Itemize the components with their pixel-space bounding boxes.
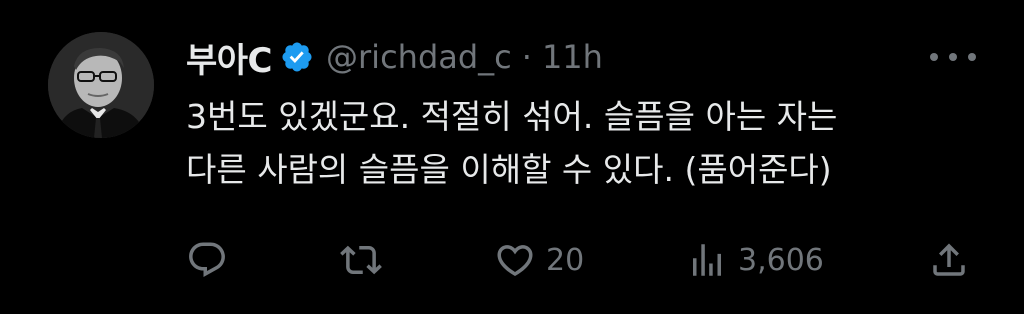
views-count: 3,606	[738, 242, 824, 278]
more-dot	[930, 53, 938, 61]
avatar[interactable]	[48, 32, 154, 138]
share-button[interactable]	[928, 236, 970, 284]
separator-dot: ·	[521, 38, 532, 76]
more-dot	[968, 53, 976, 61]
retweet-button[interactable]	[340, 236, 392, 284]
more-icon[interactable]	[930, 42, 976, 72]
like-count: 20	[546, 242, 585, 278]
reply-button[interactable]	[186, 236, 238, 284]
views-icon	[693, 244, 721, 276]
author-display-name[interactable]: 부아C	[186, 33, 273, 82]
tweet-text-line: 3번도 있겠군요. 적절히 섞어. 슬픔을 아는 자는	[186, 97, 838, 136]
like-icon	[497, 245, 533, 277]
views-button[interactable]: 3,606	[686, 236, 824, 284]
author-handle[interactable]: @richdad_c	[326, 38, 512, 76]
tweet-timestamp[interactable]: 11h	[542, 38, 603, 76]
like-button[interactable]: 20	[494, 236, 584, 284]
tweet[interactable]: 부아C @richdad_c · 11h 3번도 있겠군요. 적절히 섞어. 슬…	[0, 0, 1024, 314]
more-dot	[949, 53, 957, 61]
retweet-icon	[340, 245, 382, 275]
reply-icon	[189, 242, 225, 277]
tweet-text-line: 다른 사람의 슬픔을 이해할 수 있다. (품어준다)	[186, 150, 832, 189]
verified-badge-icon	[280, 40, 314, 74]
action-bar: 20 3,606	[186, 236, 986, 284]
tweet-text: 3번도 있겠군요. 적절히 섞어. 슬픔을 아는 자는 다른 사람의 슬픔을 이…	[186, 90, 986, 196]
share-icon	[933, 243, 965, 276]
tweet-header: 부아C @richdad_c · 11h	[186, 32, 603, 82]
avatar-image	[48, 32, 154, 138]
